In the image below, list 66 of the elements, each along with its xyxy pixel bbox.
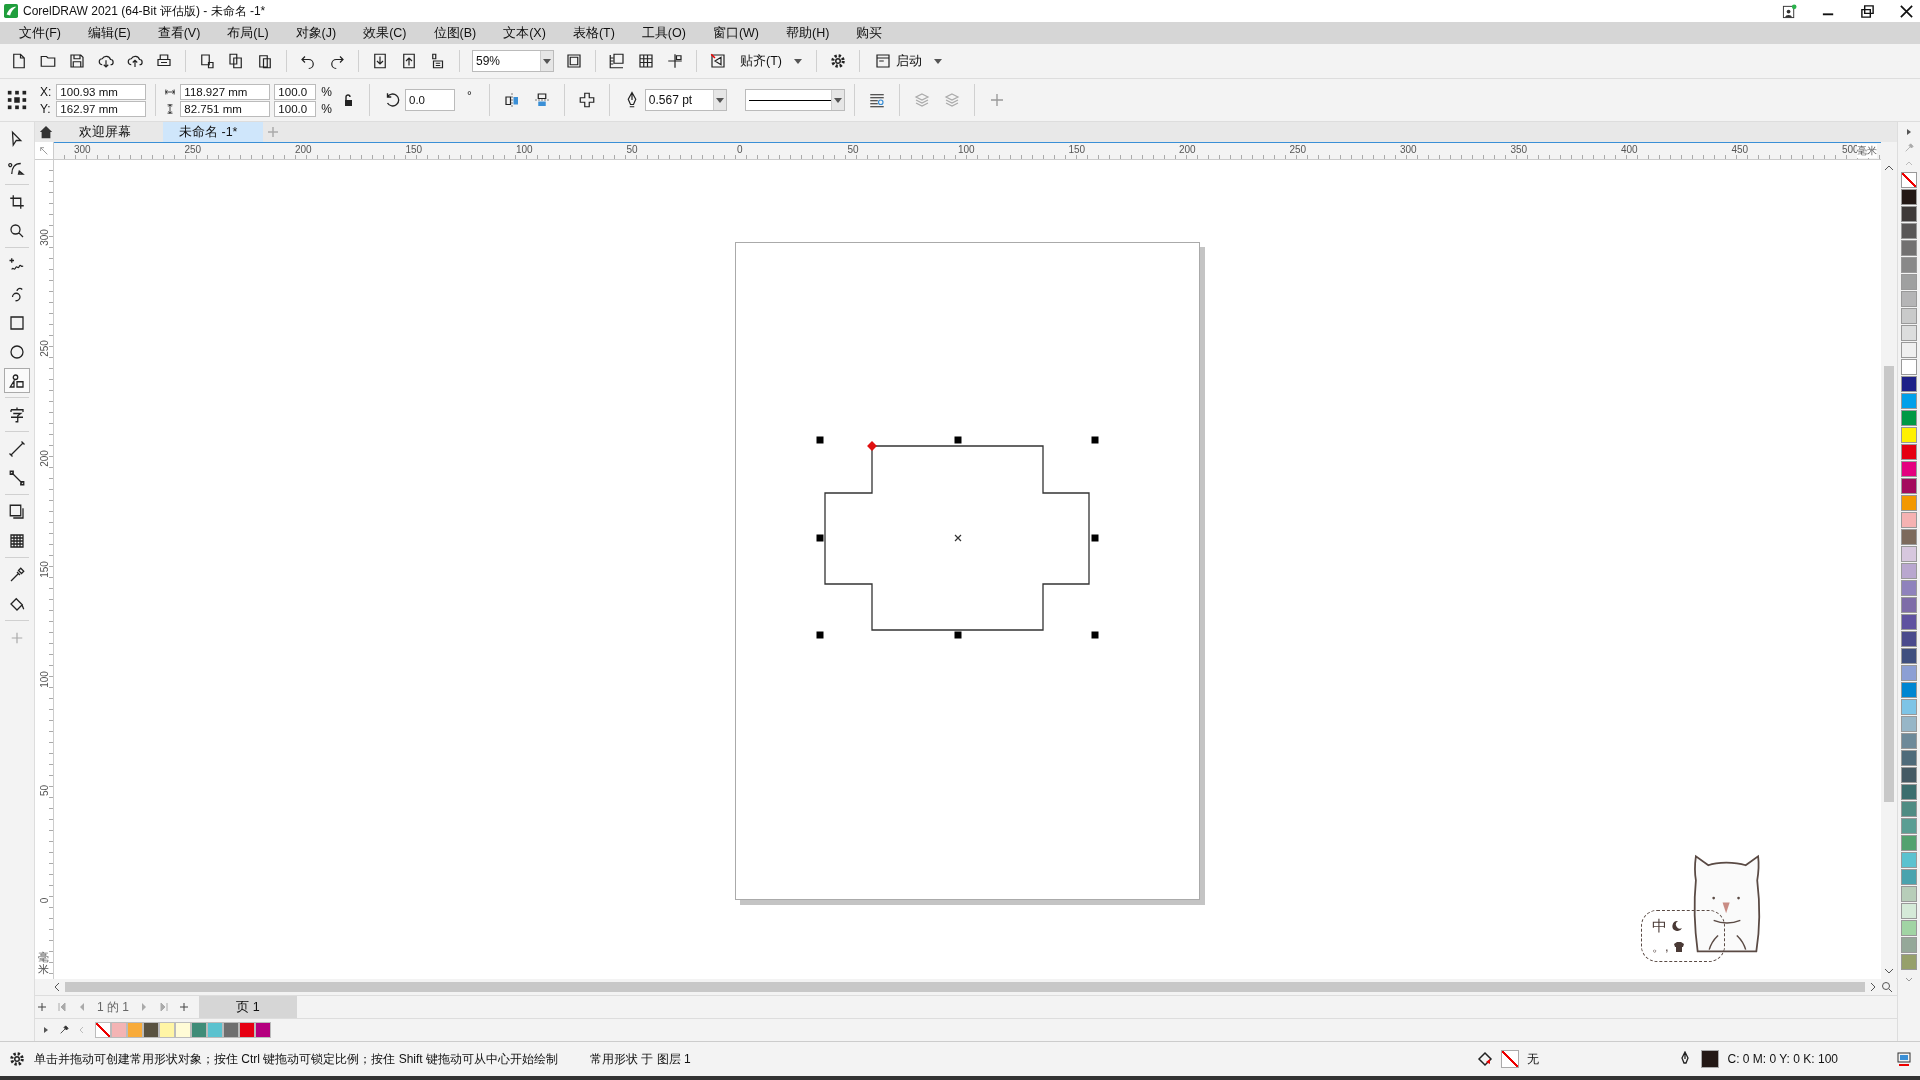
percent-sign: % (321, 84, 332, 99)
height-field[interactable]: 82.751 mm (180, 100, 271, 117)
menu-item[interactable]: 帮助(H) (777, 24, 839, 42)
menu-item[interactable]: 窗口(W) (703, 24, 769, 42)
degree-sign: ° (467, 89, 472, 103)
menu-item[interactable]: 表格(T) (563, 24, 624, 42)
document-tab[interactable]: 未命名 -1* (163, 122, 263, 142)
menu-item[interactable]: 效果(C) (354, 24, 416, 42)
punctuation-mode-label: 。, (1652, 937, 1669, 956)
outline-value: C: 0 M: 0 Y: 0 K: 100 (1727, 1052, 1838, 1066)
ruler-label: 300 (74, 144, 91, 155)
width-field[interactable]: 118.927 mm (180, 83, 271, 100)
ruler-label: 150 (1068, 144, 1086, 155)
y-label: Y: (40, 101, 52, 116)
window-title: CorelDRAW 2021 (64-Bit 评估版) - 未命名 -1* (23, 2, 266, 20)
x-position-field[interactable]: 100.93 mm (56, 83, 147, 100)
launch-dropdown[interactable]: 启动 (867, 48, 948, 74)
ruler-label: 450 (1731, 144, 1749, 155)
scale-x-field[interactable]: 100.0 (274, 83, 317, 100)
menu-item[interactable]: 购买 (847, 24, 892, 42)
ruler-label: 150 (38, 559, 50, 580)
status-hint: 单击并拖动可创建常用形状对象；按住 Ctrl 键拖动可锁定比例；按住 Shift 键拖动可从中心开始绘制 (34, 1050, 558, 1068)
ruler-label: 200 (1179, 144, 1196, 155)
menu-item[interactable]: 查看(V) (148, 24, 210, 42)
input-mode-label: 中 (1652, 916, 1667, 936)
ruler-label: 250 (184, 144, 202, 155)
ruler-label: 150 (405, 144, 423, 155)
menu-item[interactable]: 布局(L) (218, 24, 278, 42)
ruler-label: 300 (1400, 144, 1417, 155)
page-tab[interactable]: 页 1 (199, 996, 297, 1018)
ruler-label: 350 (1510, 144, 1528, 155)
ruler-label: 200 (38, 449, 50, 469)
ruler-unit: 毫米 (1857, 144, 1877, 158)
ruler-label: 50 (847, 144, 859, 155)
ruler-label: 200 (295, 144, 312, 155)
document-tab[interactable]: 欢迎屏幕 (63, 122, 163, 142)
ruler-label: 400 (1621, 144, 1638, 155)
ruler-label: 100 (516, 144, 533, 155)
ruler-label: 100 (38, 670, 50, 690)
rotation-angle-field[interactable]: 0.0 (405, 89, 455, 111)
percent-sign: % (321, 101, 332, 116)
ruler-label: 50 (626, 144, 638, 155)
ruler-label: 0 (737, 144, 743, 155)
page-position-label: 1 的 1 (97, 998, 129, 1016)
snap-dropdown[interactable]: 贴齐(T) (734, 48, 808, 74)
y-position-field[interactable]: 162.97 mm (56, 100, 147, 117)
menu-item[interactable]: 编辑(E) (78, 24, 140, 42)
menu-item[interactable]: 对象(J) (286, 24, 346, 42)
menu-item[interactable]: 工具(O) (632, 24, 695, 42)
ruler-label: 50 (38, 783, 50, 798)
zoom-level-field[interactable]: 59% (472, 50, 554, 72)
menu-item[interactable]: 文本(X) (494, 24, 555, 42)
ruler-label: 250 (1289, 144, 1307, 155)
ruler-label: 0 (38, 896, 50, 906)
fill-value: 无 (1527, 1050, 1540, 1068)
ruler-label: 300 (38, 228, 50, 248)
ruler-unit: 毫米 (38, 950, 49, 975)
x-label: X: (40, 84, 52, 99)
scale-y-field[interactable]: 100.0 (274, 100, 317, 117)
input-method-widget[interactable]: 中 。, (1641, 850, 1781, 970)
ruler-label: 100 (958, 144, 975, 155)
outline-width-field[interactable]: 0.567 pt (644, 89, 727, 111)
menu-item[interactable]: 文件(F) (10, 24, 70, 42)
ruler-label: 250 (38, 338, 50, 359)
menu-item[interactable]: 位图(B) (424, 24, 486, 42)
object-info: 常用形状 于 图层 1 (590, 1050, 691, 1068)
